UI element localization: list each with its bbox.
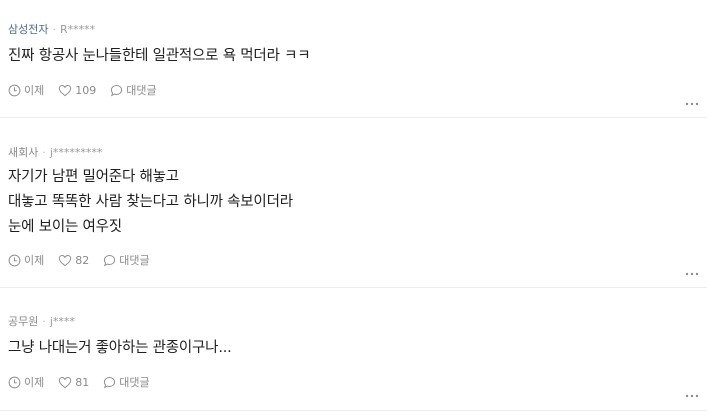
more-options-button[interactable] [685, 261, 699, 280]
time-label: 이제 [8, 252, 44, 268]
comment-line: 자기가 남편 밀어준다 해놓고 [8, 169, 179, 185]
comment-body: 진짜 항공사 눈나들한테 일관적으로 욕 먹더라 ㅋㅋ [8, 44, 311, 69]
like-button[interactable]: 82 [58, 254, 89, 267]
time-text: 이제 [24, 84, 45, 97]
comment-actions: 이제 109 대댓글 [8, 82, 171, 98]
comment-item: 공무원 · j**** 그냥 나대는거 좋아하는 관종이구나... 이제 81 대댓… [0, 288, 707, 411]
author-name: j********* [49, 146, 103, 159]
comment-meta: 새회사 · j********* [8, 146, 102, 160]
comment-list: 삼성전자 · R***** 진짜 항공사 눈나들한테 일관적으로 욕 먹더라 ㅋㅋ … [0, 0, 707, 411]
comment-body: 자기가 남편 밀어준다 해놓고 대놓고 똑똑한 사람 찾는다고 하니까 속보이더… [8, 165, 293, 240]
author-name: j**** [49, 315, 75, 328]
clock-icon [8, 84, 21, 96]
reply-label: 대댓글 [119, 376, 150, 389]
time-text: 이제 [24, 376, 45, 389]
speech-bubble-icon [104, 254, 116, 266]
reply-button[interactable]: 대댓글 [103, 374, 150, 390]
time-label: 이제 [8, 82, 44, 98]
heart-icon [59, 376, 72, 388]
comment-actions: 이제 82 대댓글 [8, 252, 164, 268]
comment-meta: 삼성전자 · R***** [8, 23, 95, 37]
company-name[interactable]: 삼성전자 [8, 23, 48, 36]
comment-line: 그냥 나대는거 좋아하는 관종이구나... [8, 340, 232, 356]
comment-line: 눈에 보이는 여우짓 [8, 219, 122, 235]
like-count: 109 [75, 83, 97, 97]
more-dots-icon [685, 272, 699, 276]
reply-label: 대댓글 [119, 254, 150, 267]
more-dots-icon [685, 394, 699, 398]
like-button[interactable]: 81 [58, 376, 89, 389]
comment-line: 대놓고 똑똑한 사람 찾는다고 하니까 속보이더라 [8, 194, 293, 210]
heart-icon [59, 254, 72, 266]
author-name: R***** [59, 23, 96, 36]
comment-body: 그냥 나대는거 좋아하는 관종이구나... [8, 336, 232, 361]
speech-bubble-icon [104, 376, 116, 388]
comment-meta: 공무원 · j**** [8, 315, 75, 329]
more-options-button[interactable] [685, 91, 699, 110]
reply-button[interactable]: 대댓글 [110, 82, 157, 98]
meta-separator: · [42, 146, 46, 159]
time-label: 이제 [8, 374, 44, 390]
heart-icon [59, 84, 72, 96]
comment-item: 새회사 · j********* 자기가 남편 밀어준다 해놓고 대놓고 똑똑한 사… [0, 118, 707, 288]
speech-bubble-icon [111, 84, 123, 96]
more-dots-icon [685, 102, 699, 106]
like-count: 82 [75, 253, 90, 267]
comment-actions: 이제 81 대댓글 [8, 374, 164, 390]
company-name[interactable]: 새회사 [8, 146, 38, 159]
reply-label: 대댓글 [126, 84, 157, 97]
reply-button[interactable]: 대댓글 [103, 252, 150, 268]
comment-line: 진짜 항공사 눈나들한테 일관적으로 욕 먹더라 ㅋㅋ [8, 48, 311, 64]
more-options-button[interactable] [685, 383, 699, 402]
meta-separator: · [42, 315, 46, 328]
like-count: 81 [75, 375, 90, 389]
company-name[interactable]: 공무원 [8, 315, 38, 328]
time-text: 이제 [24, 254, 45, 267]
meta-separator: · [52, 23, 56, 36]
like-button[interactable]: 109 [58, 84, 96, 97]
clock-icon [8, 376, 21, 388]
comment-item: 삼성전자 · R***** 진짜 항공사 눈나들한테 일관적으로 욕 먹더라 ㅋㅋ … [0, 0, 707, 118]
clock-icon [8, 254, 21, 266]
